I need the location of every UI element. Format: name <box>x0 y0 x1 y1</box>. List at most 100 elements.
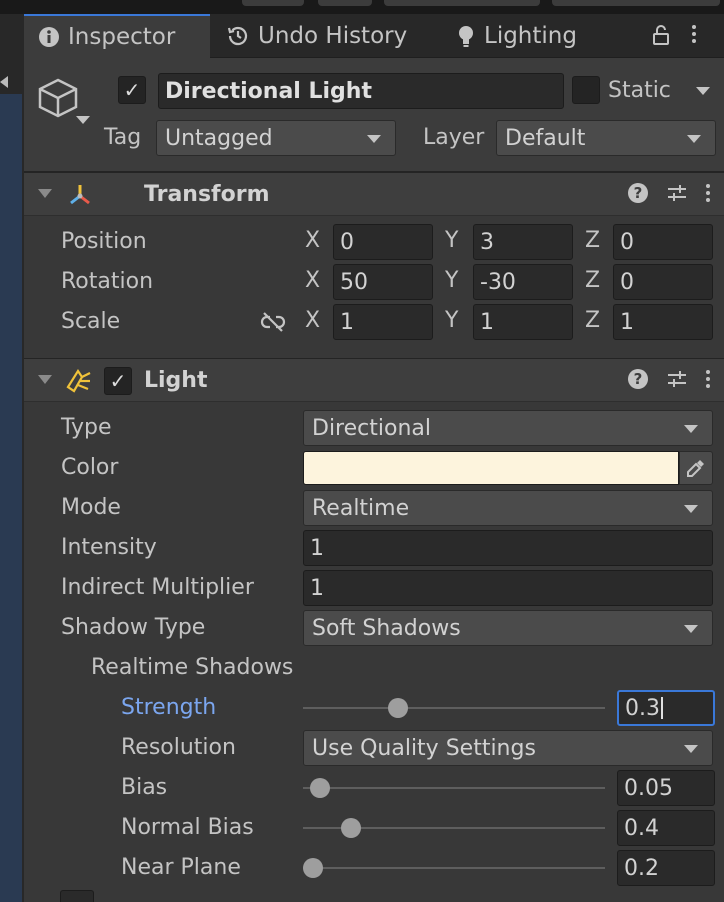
light-component-header[interactable]: ✓ Light ? <box>24 358 724 402</box>
normal-bias-row: Normal Bias 0.4 <box>24 808 724 848</box>
normal-bias-slider-knob[interactable] <box>340 818 361 838</box>
axis-y-label[interactable]: Y <box>445 308 458 333</box>
scene-view-edge <box>0 14 24 902</box>
axis-z-label[interactable]: Z <box>585 308 600 333</box>
position-z-field[interactable]: 0 <box>613 224 713 260</box>
component-menu-icon[interactable] <box>706 184 710 202</box>
scale-x-field[interactable]: 1 <box>333 304 433 340</box>
tag-label: Tag <box>104 125 142 150</box>
object-name-field[interactable]: Directional Light <box>158 73 564 109</box>
near-plane-field[interactable]: 0.2 <box>617 850 715 886</box>
gameobject-cube-icon[interactable] <box>36 76 80 120</box>
intensity-field[interactable]: 1 <box>303 530 713 566</box>
toolbar-button[interactable] <box>242 0 304 6</box>
scale-y-field[interactable]: 1 <box>473 304 573 340</box>
collapse-arrow-icon[interactable] <box>0 76 8 88</box>
axis-x-label[interactable]: X <box>305 268 320 293</box>
tab-label: Undo History <box>258 23 408 49</box>
strength-label: Strength <box>121 695 217 720</box>
tab-undo-history[interactable]: Undo History <box>224 14 407 58</box>
component-menu-icon[interactable] <box>706 370 710 388</box>
rotation-z-field[interactable]: 0 <box>613 264 713 300</box>
strength-slider-track[interactable] <box>303 707 605 709</box>
text-caret <box>661 697 663 719</box>
bias-field[interactable]: 0.05 <box>617 770 715 806</box>
top-toolbar-strip <box>0 0 724 14</box>
shadow-type-dropdown[interactable]: Soft Shadows <box>303 610 713 646</box>
transform-icon <box>66 181 94 209</box>
mode-label: Mode <box>61 495 121 520</box>
near-plane-label: Near Plane <box>121 855 241 880</box>
static-checkbox[interactable] <box>572 76 600 104</box>
strength-field[interactable]: 0.3 <box>617 690 715 726</box>
static-label: Static <box>608 78 671 103</box>
scale-row: Scale X 1 Y 1 Z 1 <box>24 302 724 342</box>
resolution-row: Resolution Use Quality Settings <box>24 728 724 768</box>
light-enabled-checkbox[interactable]: ✓ <box>104 367 132 395</box>
tab-lighting[interactable]: Lighting <box>456 14 577 58</box>
component-header-icons: ? <box>628 183 710 203</box>
transform-component-header[interactable]: Transform ? <box>24 172 724 216</box>
layer-label: Layer <box>423 125 485 150</box>
resolution-value: Use Quality Settings <box>312 735 536 761</box>
tab-bar: Inspector Undo History Lighting <box>24 14 724 58</box>
tab-menu-icon[interactable] <box>692 25 696 43</box>
axis-y-label[interactable]: Y <box>445 228 458 253</box>
chevron-down-icon <box>367 135 381 143</box>
position-x-field[interactable]: 0 <box>333 224 433 260</box>
scale-label: Scale <box>61 309 121 334</box>
color-swatch[interactable] <box>303 451 679 485</box>
eyedropper-icon <box>686 458 706 478</box>
toolbar-button[interactable] <box>552 0 720 6</box>
type-row: Type Directional <box>24 408 724 448</box>
help-icon[interactable]: ? <box>628 369 648 389</box>
resolution-dropdown[interactable]: Use Quality Settings <box>303 730 713 766</box>
scale-z-field[interactable]: 1 <box>613 304 713 340</box>
bias-slider-knob[interactable] <box>310 778 331 798</box>
toolbar-button[interactable] <box>318 0 372 6</box>
type-label: Type <box>61 415 112 440</box>
axis-y-label[interactable]: Y <box>445 268 458 293</box>
indirect-multiplier-label: Indirect Multiplier <box>61 575 254 600</box>
lock-icon[interactable] <box>651 24 671 46</box>
bias-slider-track[interactable] <box>303 787 605 789</box>
static-dropdown-arrow-icon[interactable] <box>696 87 710 95</box>
shadow-type-value: Soft Shadows <box>312 615 461 641</box>
bias-row: Bias 0.05 <box>24 768 724 808</box>
position-row: Position X 0 Y 3 Z 0 <box>24 222 724 262</box>
presets-icon[interactable] <box>666 183 688 203</box>
layer-value: Default <box>505 125 586 151</box>
strength-slider-knob[interactable] <box>387 698 408 718</box>
near-plane-slider-track[interactable] <box>303 867 605 869</box>
next-row-checkbox[interactable] <box>60 890 94 902</box>
rotation-label: Rotation <box>61 269 154 294</box>
history-icon <box>226 24 250 48</box>
indirect-multiplier-field[interactable]: 1 <box>303 570 713 606</box>
constrain-proportions-link-icon[interactable] <box>260 311 286 333</box>
scene-viewport[interactable] <box>0 94 22 902</box>
foldout-arrow-icon[interactable] <box>38 189 52 198</box>
position-y-field[interactable]: 3 <box>473 224 573 260</box>
eyedropper-button[interactable] <box>679 451 713 485</box>
tab-inspector[interactable]: Inspector <box>24 14 210 58</box>
axis-z-label[interactable]: Z <box>585 228 600 253</box>
foldout-arrow-icon[interactable] <box>38 375 52 384</box>
mode-row: Mode Realtime <box>24 488 724 528</box>
toolbar-button[interactable] <box>384 0 540 6</box>
layer-dropdown[interactable]: Default <box>496 120 716 156</box>
rotation-x-field[interactable]: 50 <box>333 264 433 300</box>
type-dropdown[interactable]: Directional <box>303 410 713 446</box>
mode-dropdown[interactable]: Realtime <box>303 490 713 526</box>
presets-icon[interactable] <box>666 369 688 389</box>
normal-bias-field[interactable]: 0.4 <box>617 810 715 846</box>
indirect-multiplier-row: Indirect Multiplier 1 <box>24 568 724 608</box>
active-checkbox[interactable]: ✓ <box>118 76 146 104</box>
rotation-y-field[interactable]: -30 <box>473 264 573 300</box>
help-icon[interactable]: ? <box>628 183 648 203</box>
near-plane-slider-knob[interactable] <box>303 858 323 878</box>
axis-x-label[interactable]: X <box>305 308 320 333</box>
icon-dropdown-arrow-icon[interactable] <box>76 116 90 124</box>
axis-x-label[interactable]: X <box>305 228 320 253</box>
axis-z-label[interactable]: Z <box>585 268 600 293</box>
tag-dropdown[interactable]: Untagged <box>156 120 396 156</box>
